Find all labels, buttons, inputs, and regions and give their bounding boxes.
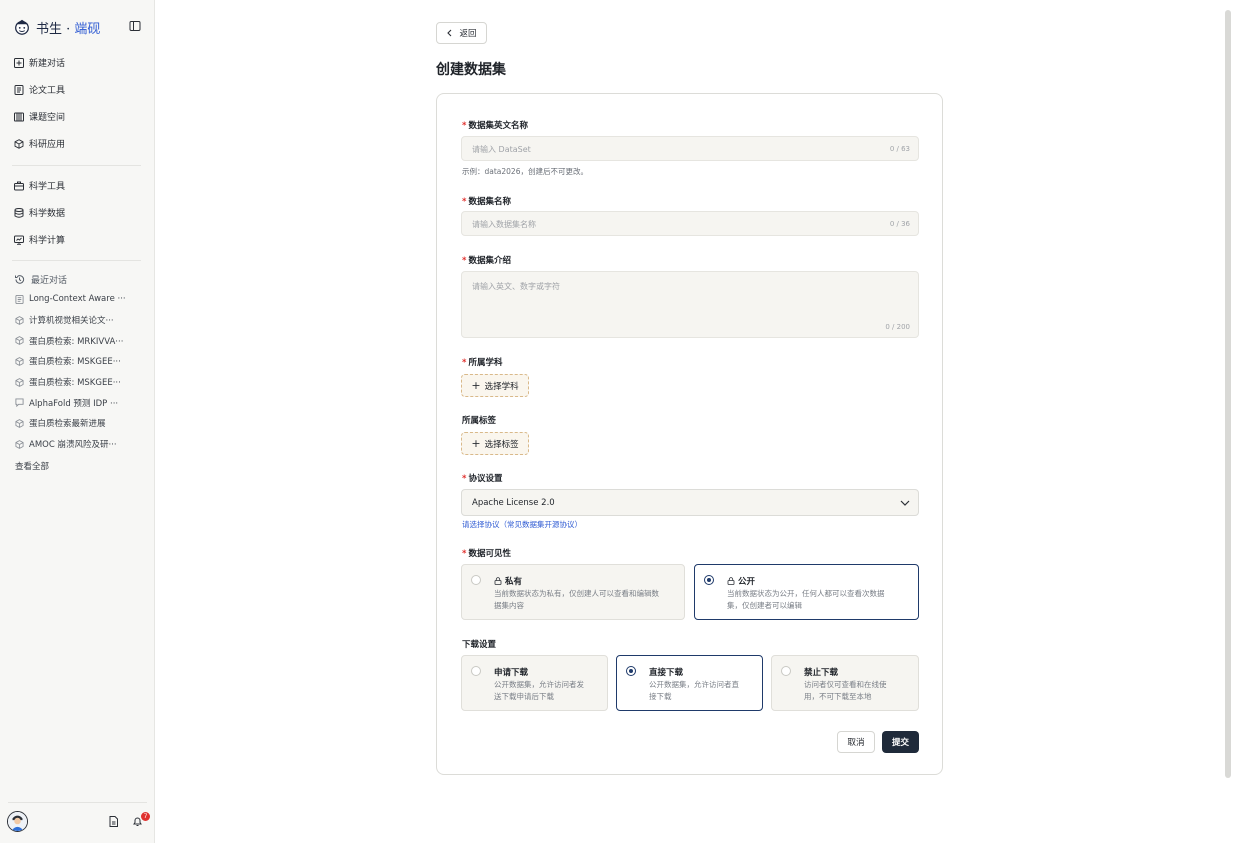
- book-icon: [14, 112, 24, 121]
- cube-icon: [15, 357, 24, 366]
- download-forbid-option[interactable]: 禁止下载 访问者仅可查看和在线使 用，不可下载至本地: [771, 655, 919, 711]
- notification-badge: 7: [141, 812, 150, 821]
- download-direct-desc: 公开数据集，允许访问者直 接下载: [649, 680, 739, 701]
- nav-science-tools[interactable]: 科学工具: [0, 172, 155, 199]
- page-title: 创建数据集: [436, 62, 506, 78]
- sidebar-toggle-icon[interactable]: [129, 20, 141, 32]
- nav-primary: 新建对话 论文工具 课题空间 科研应用: [0, 49, 155, 157]
- history-icon: [15, 275, 25, 284]
- en-name-hint: 示例：data2026，创建后不可更改。: [462, 167, 588, 176]
- submit-button[interactable]: 提交: [882, 731, 919, 753]
- en-name-count: 0 / 63: [889, 145, 910, 153]
- document-icon: [14, 84, 24, 95]
- recent-chats-header: 最近对话: [14, 273, 67, 286]
- cube-icon: [15, 336, 24, 346]
- download-request-desc: 公开数据集，允许访问者发 送下载申请后下载: [494, 680, 584, 701]
- chat-icon: [15, 398, 24, 408]
- nav-science-compute[interactable]: 科学计算: [0, 226, 155, 253]
- cube-icon: [15, 439, 24, 449]
- recent-chats-list: Long-Context Aware ··· 计算机视觉相关论文··· 蛋白质检…: [0, 289, 155, 455]
- name-placeholder: 请输入数据集名称: [472, 220, 536, 229]
- visibility-public-option[interactable]: 公开 当前数据状态为公开，任何人都可以查看次数据 集，仅创建者可以编辑: [694, 564, 919, 620]
- name-label: * 数据集名称: [462, 197, 511, 207]
- cube-icon: [15, 377, 24, 387]
- plus-icon: +: [471, 379, 481, 392]
- recent-chat-item[interactable]: 计算机视觉相关论文···: [0, 310, 155, 331]
- intro-placeholder: 请输入英文、数字或字符: [472, 282, 560, 291]
- document-icon: [15, 294, 24, 304]
- intro-label: * 数据集介绍: [462, 256, 511, 266]
- intro-count: 0 / 200: [885, 323, 910, 331]
- recent-chat-item[interactable]: 蛋白质检索: MSKGEE···: [0, 372, 155, 393]
- nav-paper-tools[interactable]: 论文工具: [0, 76, 155, 103]
- brand-logo[interactable]: 书生 · 端砚: [13, 16, 100, 38]
- chevron-down-icon: [900, 500, 910, 506]
- brand-name: 书生 · 端砚: [36, 21, 101, 37]
- select-tags-button[interactable]: + 选择标签: [461, 432, 529, 455]
- cube-icon: [15, 419, 24, 428]
- intro-textarea[interactable]: 请输入英文、数字或字符 0 / 200: [461, 271, 919, 338]
- name-count: 0 / 36: [889, 220, 910, 228]
- avatar[interactable]: [7, 811, 28, 832]
- visibility-private-desc: 当前数据状态为私有，仅创建人可以查看和编辑数 据集内容: [494, 589, 659, 610]
- recent-chat-item[interactable]: Long-Context Aware ···: [0, 289, 155, 310]
- recent-chat-item[interactable]: 蛋白质检索最新进展: [0, 413, 155, 434]
- nav-new-chat[interactable]: 新建对话: [0, 49, 155, 76]
- license-label: * 协议设置: [462, 474, 503, 484]
- database-icon: [14, 207, 24, 218]
- cube-icon: [15, 315, 24, 325]
- tags-label: 所属标签: [462, 416, 497, 426]
- view-all-link[interactable]: 查看全部: [15, 460, 49, 472]
- document-icon[interactable]: [108, 816, 119, 827]
- nav-project-space[interactable]: 课题空间: [0, 103, 155, 130]
- sidebar: 书生 · 端砚 新建对话 论文工具 课题空间 科研应用 科学工具 科学数据 科学…: [0, 0, 155, 843]
- en-name-placeholder: 请输入 DataSet: [472, 145, 531, 154]
- monitor-icon: [14, 235, 24, 245]
- radio-direct-download[interactable]: [626, 666, 636, 676]
- back-button[interactable]: 返回: [436, 22, 487, 44]
- recent-chat-item[interactable]: AlphaFold 预测 IDP ···: [0, 392, 155, 413]
- download-forbid-desc: 访问者仅可查看和在线使 用，不可下载至本地: [804, 680, 887, 701]
- recent-divider: [12, 260, 141, 261]
- chevron-left-icon: [447, 29, 452, 37]
- footer-divider: [8, 802, 147, 803]
- logo-icon: [15, 19, 29, 35]
- plus-square-icon: [14, 57, 24, 68]
- toolbox-icon: [14, 181, 24, 190]
- download-label: 下载设置: [462, 640, 497, 650]
- download-direct-option[interactable]: 直接下载 公开数据集，允许访问者直 接下载: [616, 655, 763, 711]
- radio-request-download[interactable]: [471, 666, 481, 676]
- plus-icon: +: [471, 437, 481, 450]
- en-name-input[interactable]: 请输入 DataSet 0 / 63: [461, 136, 919, 161]
- name-input[interactable]: 请输入数据集名称 0 / 36: [461, 211, 919, 236]
- radio-forbid-download[interactable]: [781, 666, 791, 676]
- recent-chat-item[interactable]: AMOC 崩溃风险及研···: [0, 434, 155, 455]
- visibility-public-desc: 当前数据状态为公开，任何人都可以查看次数据 集，仅创建者可以编辑: [727, 589, 885, 610]
- user-avatar-icon: [8, 812, 27, 831]
- unlock-icon: [727, 577, 735, 585]
- license-hint-link[interactable]: 请选择协议（常见数据集开源协议）: [462, 519, 582, 530]
- cancel-button[interactable]: 取消: [837, 731, 875, 753]
- license-select[interactable]: Apache License 2.0: [461, 489, 919, 516]
- cube-icon: [14, 138, 24, 149]
- recent-chat-item[interactable]: 蛋白质检索: MRKIVVA···: [0, 330, 155, 351]
- create-dataset-form: * 数据集英文名称 请输入 DataSet 0 / 63 示例：data2026，…: [436, 93, 943, 775]
- nav-secondary: 科学工具 科学数据 科学计算: [0, 172, 155, 253]
- nav-science-data[interactable]: 科学数据: [0, 199, 155, 226]
- nav-divider: [12, 165, 141, 166]
- page-scrollbar[interactable]: [1225, 10, 1231, 778]
- lock-icon: [494, 577, 502, 585]
- nav-research-apps[interactable]: 科研应用: [0, 130, 155, 157]
- subject-label: * 所属学科: [462, 358, 503, 368]
- visibility-private-option[interactable]: 私有 当前数据状态为私有，仅创建人可以查看和编辑数 据集内容: [461, 564, 685, 620]
- recent-chat-item[interactable]: 蛋白质检索: MSKGEE···: [0, 351, 155, 372]
- download-request-option[interactable]: 申请下载 公开数据集，允许访问者发 送下载申请后下载: [461, 655, 608, 711]
- en-name-label: * 数据集英文名称: [462, 121, 528, 131]
- radio-public[interactable]: [704, 575, 714, 585]
- select-subject-button[interactable]: + 选择学科: [461, 374, 529, 397]
- license-value: Apache License 2.0: [472, 498, 555, 508]
- radio-private[interactable]: [471, 575, 481, 585]
- visibility-label: * 数据可见性: [462, 549, 511, 559]
